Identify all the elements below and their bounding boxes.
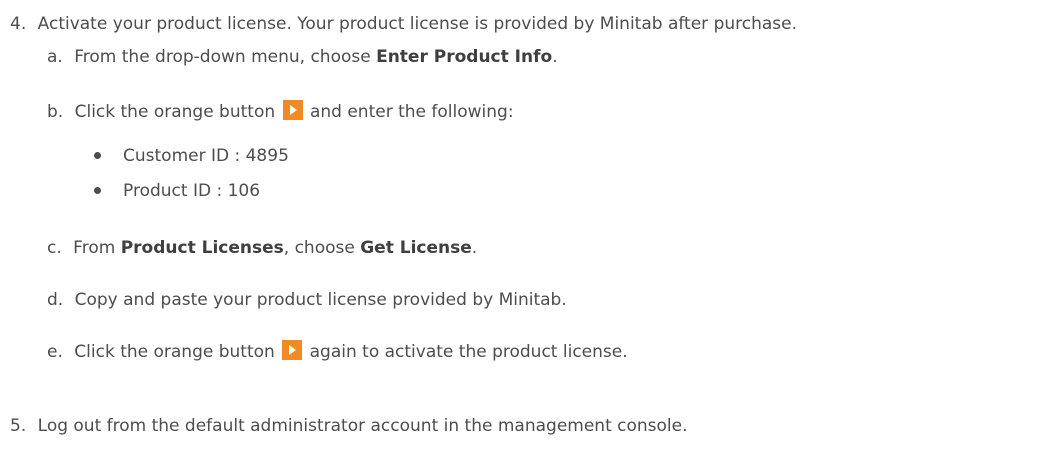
substep-a-letter: a. [47,47,63,67]
bullet-customer-id: Customer ID : 4895 [123,146,289,166]
substep-c-mid: , choose [283,238,361,258]
substep-b: b. Click the orange button and enter the… [47,100,514,124]
substep-c-bold1: Product Licenses [120,238,284,258]
substep-a-post: . [552,47,558,67]
substep-d-letter: d. [47,290,64,310]
bullet-icon [94,187,101,194]
step-5-text: Log out from the default administrator a… [37,416,688,436]
step-4-number: 4. [10,14,27,34]
step-5: 5. Log out from the default administrato… [10,414,688,438]
substep-e: e. Click the orange button again to acti… [47,340,628,364]
substep-b-letter: b. [47,102,64,122]
step-4: 4. Activate your product license. Your p… [10,12,797,36]
bullet-icon [94,152,101,159]
substep-e-letter: e. [47,342,63,362]
substep-c-letter: c. [47,238,62,258]
substep-c-pre: From [73,238,121,258]
substep-e-post: again to activate the product license. [304,342,628,362]
substep-a: a. From the drop-down menu, choose Enter… [47,45,558,69]
substep-c-post: . [471,238,478,258]
substep-b-pre: Click the orange button [74,102,281,122]
substep-c-bold2: Get License [360,238,472,258]
substep-d: d. Copy and paste your product license p… [47,288,567,312]
substep-e-pre: Click the orange button [74,342,281,362]
play-arrow-icon [282,100,303,120]
step-5-number: 5. [10,416,27,436]
substep-d-text: Copy and paste your product license prov… [74,290,567,310]
substep-c: c. From Product Licenses, choose Get Lic… [47,236,477,260]
play-arrow-icon [282,340,303,360]
bullet-product-id: Product ID : 106 [123,181,261,201]
substep-b-post: and enter the following: [304,102,514,122]
instruction-document: 4. Activate your product license. Your p… [0,0,1038,449]
step-4-text: Activate your product license. Your prod… [37,14,798,34]
substep-a-bold: Enter Product Info [376,47,553,67]
substep-a-pre: From the drop-down menu, choose [74,47,377,67]
